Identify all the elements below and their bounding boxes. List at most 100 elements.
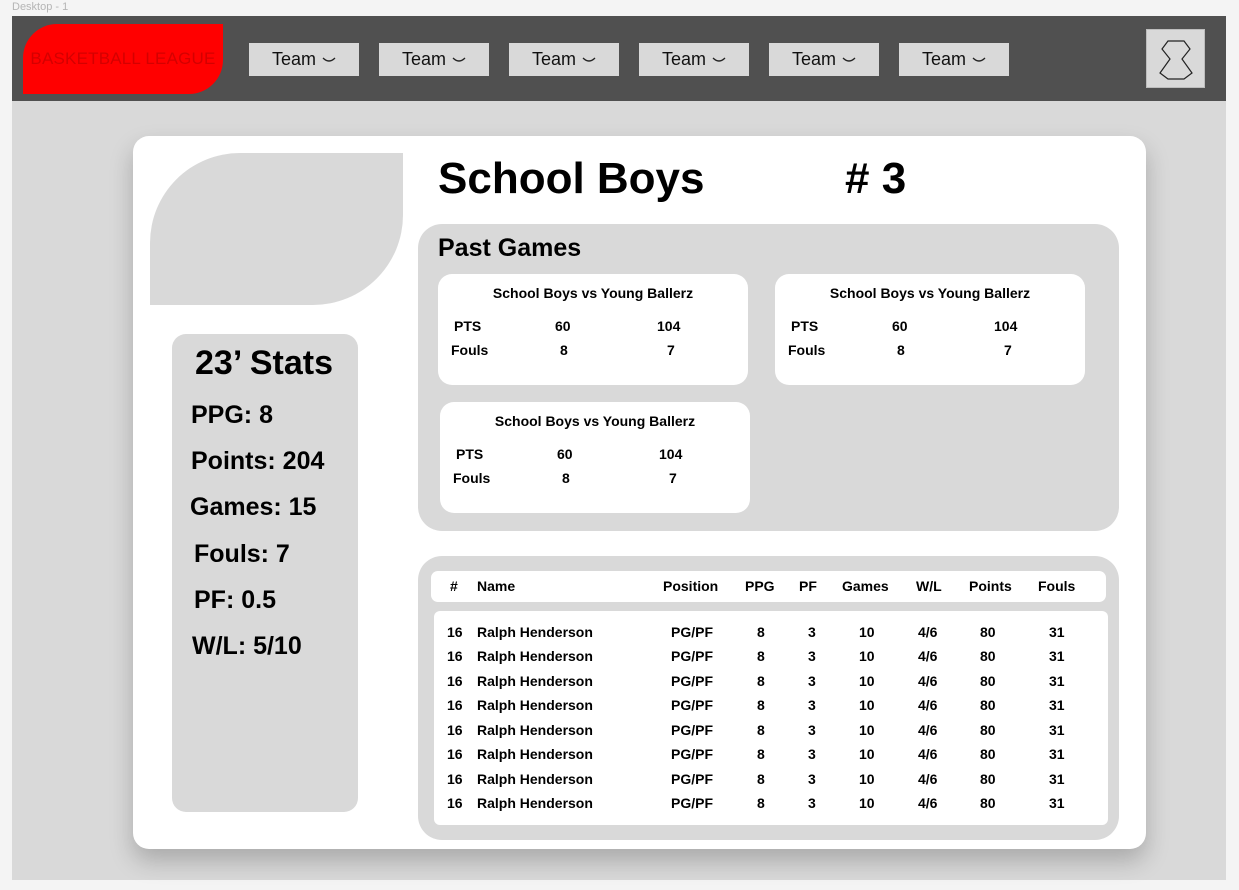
- cell-name: Ralph Henderson: [477, 795, 593, 811]
- cell-points: 80: [980, 722, 996, 738]
- cell-wl: 4/6: [918, 648, 938, 664]
- cell-games: 10: [859, 795, 875, 811]
- game-pts-home: 60: [892, 318, 908, 334]
- top-navigation-bar: BASKETBALL LEAGUE Team Team Team Team Te…: [12, 16, 1226, 101]
- cell-points: 80: [980, 795, 996, 811]
- game-fouls-away: 7: [669, 470, 677, 486]
- stat-ppg: PPG: 8: [191, 401, 273, 429]
- profile-button[interactable]: [1146, 29, 1205, 88]
- roster-panel: # Name Position PPG PF Games W/L Points …: [418, 556, 1119, 840]
- cell-points: 80: [980, 648, 996, 664]
- team-dropdown-label: Team: [921, 49, 966, 69]
- cell-points: 80: [980, 673, 996, 689]
- team-dropdown-4[interactable]: Team: [639, 43, 749, 76]
- cell-name: Ralph Henderson: [477, 697, 593, 713]
- cell-games: 10: [859, 697, 875, 713]
- table-row[interactable]: 16 Ralph Henderson PG/PF 8 3 10 4/6 80 3…: [434, 673, 1108, 697]
- season-stats-panel: 23’ Stats PPG: 8 Points: 204 Games: 15 F…: [172, 334, 358, 812]
- cell-fouls: 31: [1049, 795, 1065, 811]
- team-dropdown-6[interactable]: Team: [899, 43, 1009, 76]
- team-dropdown-label: Team: [531, 49, 576, 69]
- cell-position: PG/PF: [671, 673, 714, 689]
- chevron-down-icon: [842, 57, 856, 62]
- table-row[interactable]: 16 Ralph Henderson PG/PF 8 3 10 4/6 80 3…: [434, 746, 1108, 770]
- game-card[interactable]: School Boys vs Young Ballerz PTS 60 104 …: [440, 402, 750, 513]
- column-header-points[interactable]: Points: [969, 578, 1012, 594]
- cell-number: 16: [447, 771, 463, 787]
- cell-fouls: 31: [1049, 722, 1065, 738]
- cell-ppg: 8: [757, 746, 765, 762]
- cell-number: 16: [447, 746, 463, 762]
- cell-wl: 4/6: [918, 697, 938, 713]
- cell-games: 10: [859, 722, 875, 738]
- cell-name: Ralph Henderson: [477, 624, 593, 640]
- cell-position: PG/PF: [671, 648, 714, 664]
- team-name: School Boys: [438, 154, 705, 203]
- table-row[interactable]: 16 Ralph Henderson PG/PF 8 3 10 4/6 80 3…: [434, 648, 1108, 672]
- game-card[interactable]: School Boys vs Young Ballerz PTS 60 104 …: [438, 274, 748, 385]
- table-row[interactable]: 16 Ralph Henderson PG/PF 8 3 10 4/6 80 3…: [434, 624, 1108, 648]
- roster-header: # Name Position PPG PF Games W/L Points …: [431, 571, 1106, 602]
- chevron-down-icon: [452, 57, 466, 62]
- jersey-icon: [1158, 39, 1193, 80]
- column-header-games[interactable]: Games: [842, 578, 889, 594]
- cell-fouls: 31: [1049, 624, 1065, 640]
- team-dropdown-5[interactable]: Team: [769, 43, 879, 76]
- team-image-placeholder: [150, 153, 403, 305]
- game-title: School Boys vs Young Ballerz: [829, 285, 1031, 301]
- league-logo-text: BASKETBALL LEAGUE: [30, 49, 216, 68]
- game-card[interactable]: School Boys vs Young Ballerz PTS 60 104 …: [775, 274, 1085, 385]
- table-row[interactable]: 16 Ralph Henderson PG/PF 8 3 10 4/6 80 3…: [434, 722, 1108, 746]
- table-row[interactable]: 16 Ralph Henderson PG/PF 8 3 10 4/6 80 3…: [434, 795, 1108, 819]
- cell-wl: 4/6: [918, 673, 938, 689]
- cell-pf: 3: [808, 795, 816, 811]
- column-header-position[interactable]: Position: [663, 578, 718, 594]
- cell-pf: 3: [808, 697, 816, 713]
- game-pts-away: 104: [657, 318, 681, 334]
- cell-games: 10: [859, 648, 875, 664]
- table-row[interactable]: 16 Ralph Henderson PG/PF 8 3 10 4/6 80 3…: [434, 697, 1108, 721]
- column-header-wl[interactable]: W/L: [916, 578, 942, 594]
- cell-fouls: 31: [1049, 648, 1065, 664]
- game-pts-label: PTS: [456, 446, 484, 462]
- column-header-fouls[interactable]: Fouls: [1038, 578, 1075, 594]
- game-pts-label: PTS: [791, 318, 819, 334]
- cell-ppg: 8: [757, 795, 765, 811]
- game-pts-home: 60: [555, 318, 571, 334]
- cell-points: 80: [980, 771, 996, 787]
- column-header-ppg[interactable]: PPG: [745, 578, 775, 594]
- team-dropdown-3[interactable]: Team: [509, 43, 619, 76]
- cell-wl: 4/6: [918, 771, 938, 787]
- team-dropdown-label: Team: [661, 49, 706, 69]
- column-header-number[interactable]: #: [450, 578, 458, 594]
- cell-number: 16: [447, 697, 463, 713]
- cell-games: 10: [859, 624, 875, 640]
- cell-pf: 3: [808, 722, 816, 738]
- cell-position: PG/PF: [671, 746, 714, 762]
- cell-pf: 3: [808, 771, 816, 787]
- cell-name: Ralph Henderson: [477, 673, 593, 689]
- desktop-frame: BASKETBALL LEAGUE Team Team Team Team Te…: [12, 16, 1226, 880]
- team-rank: # 3: [845, 154, 907, 203]
- team-dropdown-2[interactable]: Team: [379, 43, 489, 76]
- game-title: School Boys vs Young Ballerz: [494, 413, 696, 429]
- column-header-pf[interactable]: PF: [799, 578, 817, 594]
- cell-wl: 4/6: [918, 746, 938, 762]
- cell-pf: 3: [808, 746, 816, 762]
- cell-pf: 3: [808, 673, 816, 689]
- table-row[interactable]: 16 Ralph Henderson PG/PF 8 3 10 4/6 80 3…: [434, 771, 1108, 795]
- cell-position: PG/PF: [671, 722, 714, 738]
- league-logo[interactable]: BASKETBALL LEAGUE: [23, 24, 223, 94]
- cell-fouls: 31: [1049, 746, 1065, 762]
- cell-number: 16: [447, 722, 463, 738]
- game-pts-home: 60: [557, 446, 573, 462]
- cell-position: PG/PF: [671, 795, 714, 811]
- game-fouls-home: 8: [897, 342, 905, 358]
- cell-position: PG/PF: [671, 771, 714, 787]
- team-dropdown-1[interactable]: Team: [249, 43, 359, 76]
- cell-name: Ralph Henderson: [477, 648, 593, 664]
- chevron-down-icon: [322, 57, 336, 62]
- column-header-name[interactable]: Name: [477, 578, 515, 594]
- cell-points: 80: [980, 624, 996, 640]
- past-games-title: Past Games: [438, 234, 582, 262]
